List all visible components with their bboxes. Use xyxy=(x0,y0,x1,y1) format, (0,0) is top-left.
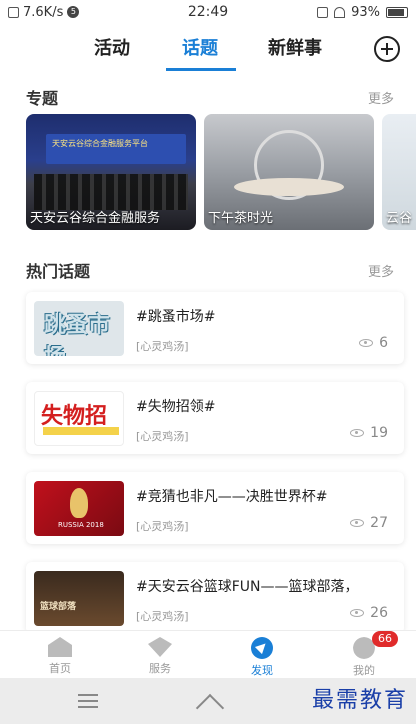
topic-caption: 天安云谷综合金融服务 xyxy=(30,211,161,226)
topic-caption: 下午茶时光 xyxy=(208,211,274,226)
item-title: #天安云谷篮球FUN——篮球部落， xyxy=(136,579,359,595)
status-right: 93% xyxy=(317,5,408,20)
wifi-icon xyxy=(334,6,346,18)
eye-icon xyxy=(359,339,374,347)
topic-thumbnail: 失物招 xyxy=(34,391,124,446)
eye-icon xyxy=(350,609,365,617)
battery-icon xyxy=(386,6,408,18)
nav-label: 我的 xyxy=(353,664,375,677)
top-tabs: 活动 话题 新鲜事 xyxy=(0,30,416,72)
thumb-text: 篮球部落 xyxy=(40,602,77,612)
view-number: 26 xyxy=(370,605,388,621)
nav-label: 发现 xyxy=(251,664,273,677)
topic-card[interactable]: 云谷 xyxy=(382,114,416,230)
more-link[interactable]: 更多 xyxy=(368,261,394,280)
active-tab-indicator xyxy=(166,68,236,71)
nav-discover[interactable]: 发现 xyxy=(232,637,292,678)
thumb-text: 失物招 xyxy=(41,404,108,429)
view-count: 26 xyxy=(350,605,388,621)
tab-topics[interactable]: 话题 xyxy=(182,34,218,60)
item-title: #竞猜也非凡——决胜世界杯# xyxy=(136,489,328,505)
view-count: 27 xyxy=(350,515,388,531)
topic-card[interactable]: 下午茶时光 xyxy=(204,114,374,230)
section-title: 专题 xyxy=(26,89,59,108)
battery-percent: 93% xyxy=(351,4,380,20)
watermark: 最需教育 xyxy=(311,688,408,713)
view-number: 27 xyxy=(370,515,388,531)
thumb-text: 跳蚤市场 xyxy=(44,313,111,356)
item-tag: [心灵鸡汤] xyxy=(136,340,189,353)
section-title: 热门话题 xyxy=(26,262,91,281)
banner-text: 天安云谷综合金融服务平台 xyxy=(52,139,148,148)
item-title: #跳蚤市场# xyxy=(136,309,216,325)
topic-thumbnail: 篮球部落 xyxy=(34,571,124,626)
nav-mine[interactable]: 我的 66 xyxy=(334,631,398,678)
nav-label: 服务 xyxy=(149,662,171,675)
item-title: #失物招领# xyxy=(136,399,216,415)
item-tag: [心灵鸡汤] xyxy=(136,610,189,623)
home-icon xyxy=(48,637,72,657)
bottom-nav: 首页 服务 发现 我的 66 xyxy=(0,630,416,678)
topics-header: 专题 更多 xyxy=(26,86,394,108)
list-item[interactable]: RUSSIA 2018 #竞猜也非凡——决胜世界杯# [心灵鸡汤] 27 xyxy=(26,472,404,544)
nav-service[interactable]: 服务 xyxy=(130,637,190,676)
thumb-stripe xyxy=(43,427,119,435)
topic-thumbnail: 跳蚤市场 xyxy=(34,301,124,356)
service-icon xyxy=(148,637,172,657)
eye-icon xyxy=(350,519,365,527)
notification-badge: 66 xyxy=(372,631,398,647)
eye-icon xyxy=(350,429,365,437)
discover-icon xyxy=(251,637,273,659)
mute-icon xyxy=(317,6,329,18)
item-tag: [心灵鸡汤] xyxy=(136,520,189,533)
menu-icon[interactable] xyxy=(78,694,98,708)
nav-label: 首页 xyxy=(49,662,71,675)
status-bar: 7.6K/s 5 22:49 93% xyxy=(0,0,416,24)
hot-topics-header: 热门话题 更多 xyxy=(26,259,394,281)
home-button-icon[interactable] xyxy=(196,692,222,710)
view-number: 19 xyxy=(370,425,388,441)
tab-news[interactable]: 新鲜事 xyxy=(268,34,322,60)
add-icon[interactable] xyxy=(374,36,400,62)
photo-people xyxy=(34,174,188,210)
more-link[interactable]: 更多 xyxy=(368,88,394,107)
topic-thumbnail: RUSSIA 2018 xyxy=(34,481,124,536)
view-count: 19 xyxy=(350,425,388,441)
topic-caption: 云谷 xyxy=(386,211,413,226)
nav-home[interactable]: 首页 xyxy=(30,637,90,676)
topic-carousel[interactable]: 天安云谷综合金融服务平台 天安云谷综合金融服务 下午茶时光 云谷 xyxy=(26,114,416,230)
trophy-icon xyxy=(70,488,88,518)
topic-card[interactable]: 天安云谷综合金融服务平台 天安云谷综合金融服务 xyxy=(26,114,196,230)
view-number: 6 xyxy=(379,335,388,351)
list-item[interactable]: 篮球部落 #天安云谷篮球FUN——篮球部落， [心灵鸡汤] 26 xyxy=(26,562,404,634)
view-count: 6 xyxy=(359,335,388,351)
item-tag: [心灵鸡汤] xyxy=(136,430,189,443)
list-item[interactable]: 失物招 #失物招领# [心灵鸡汤] 19 xyxy=(26,382,404,454)
thumb-text: RUSSIA 2018 xyxy=(58,521,104,529)
tab-activity[interactable]: 活动 xyxy=(94,34,130,60)
list-item[interactable]: 跳蚤市场 #跳蚤市场# [心灵鸡汤] 6 xyxy=(26,292,404,364)
tea-plate xyxy=(234,178,344,196)
